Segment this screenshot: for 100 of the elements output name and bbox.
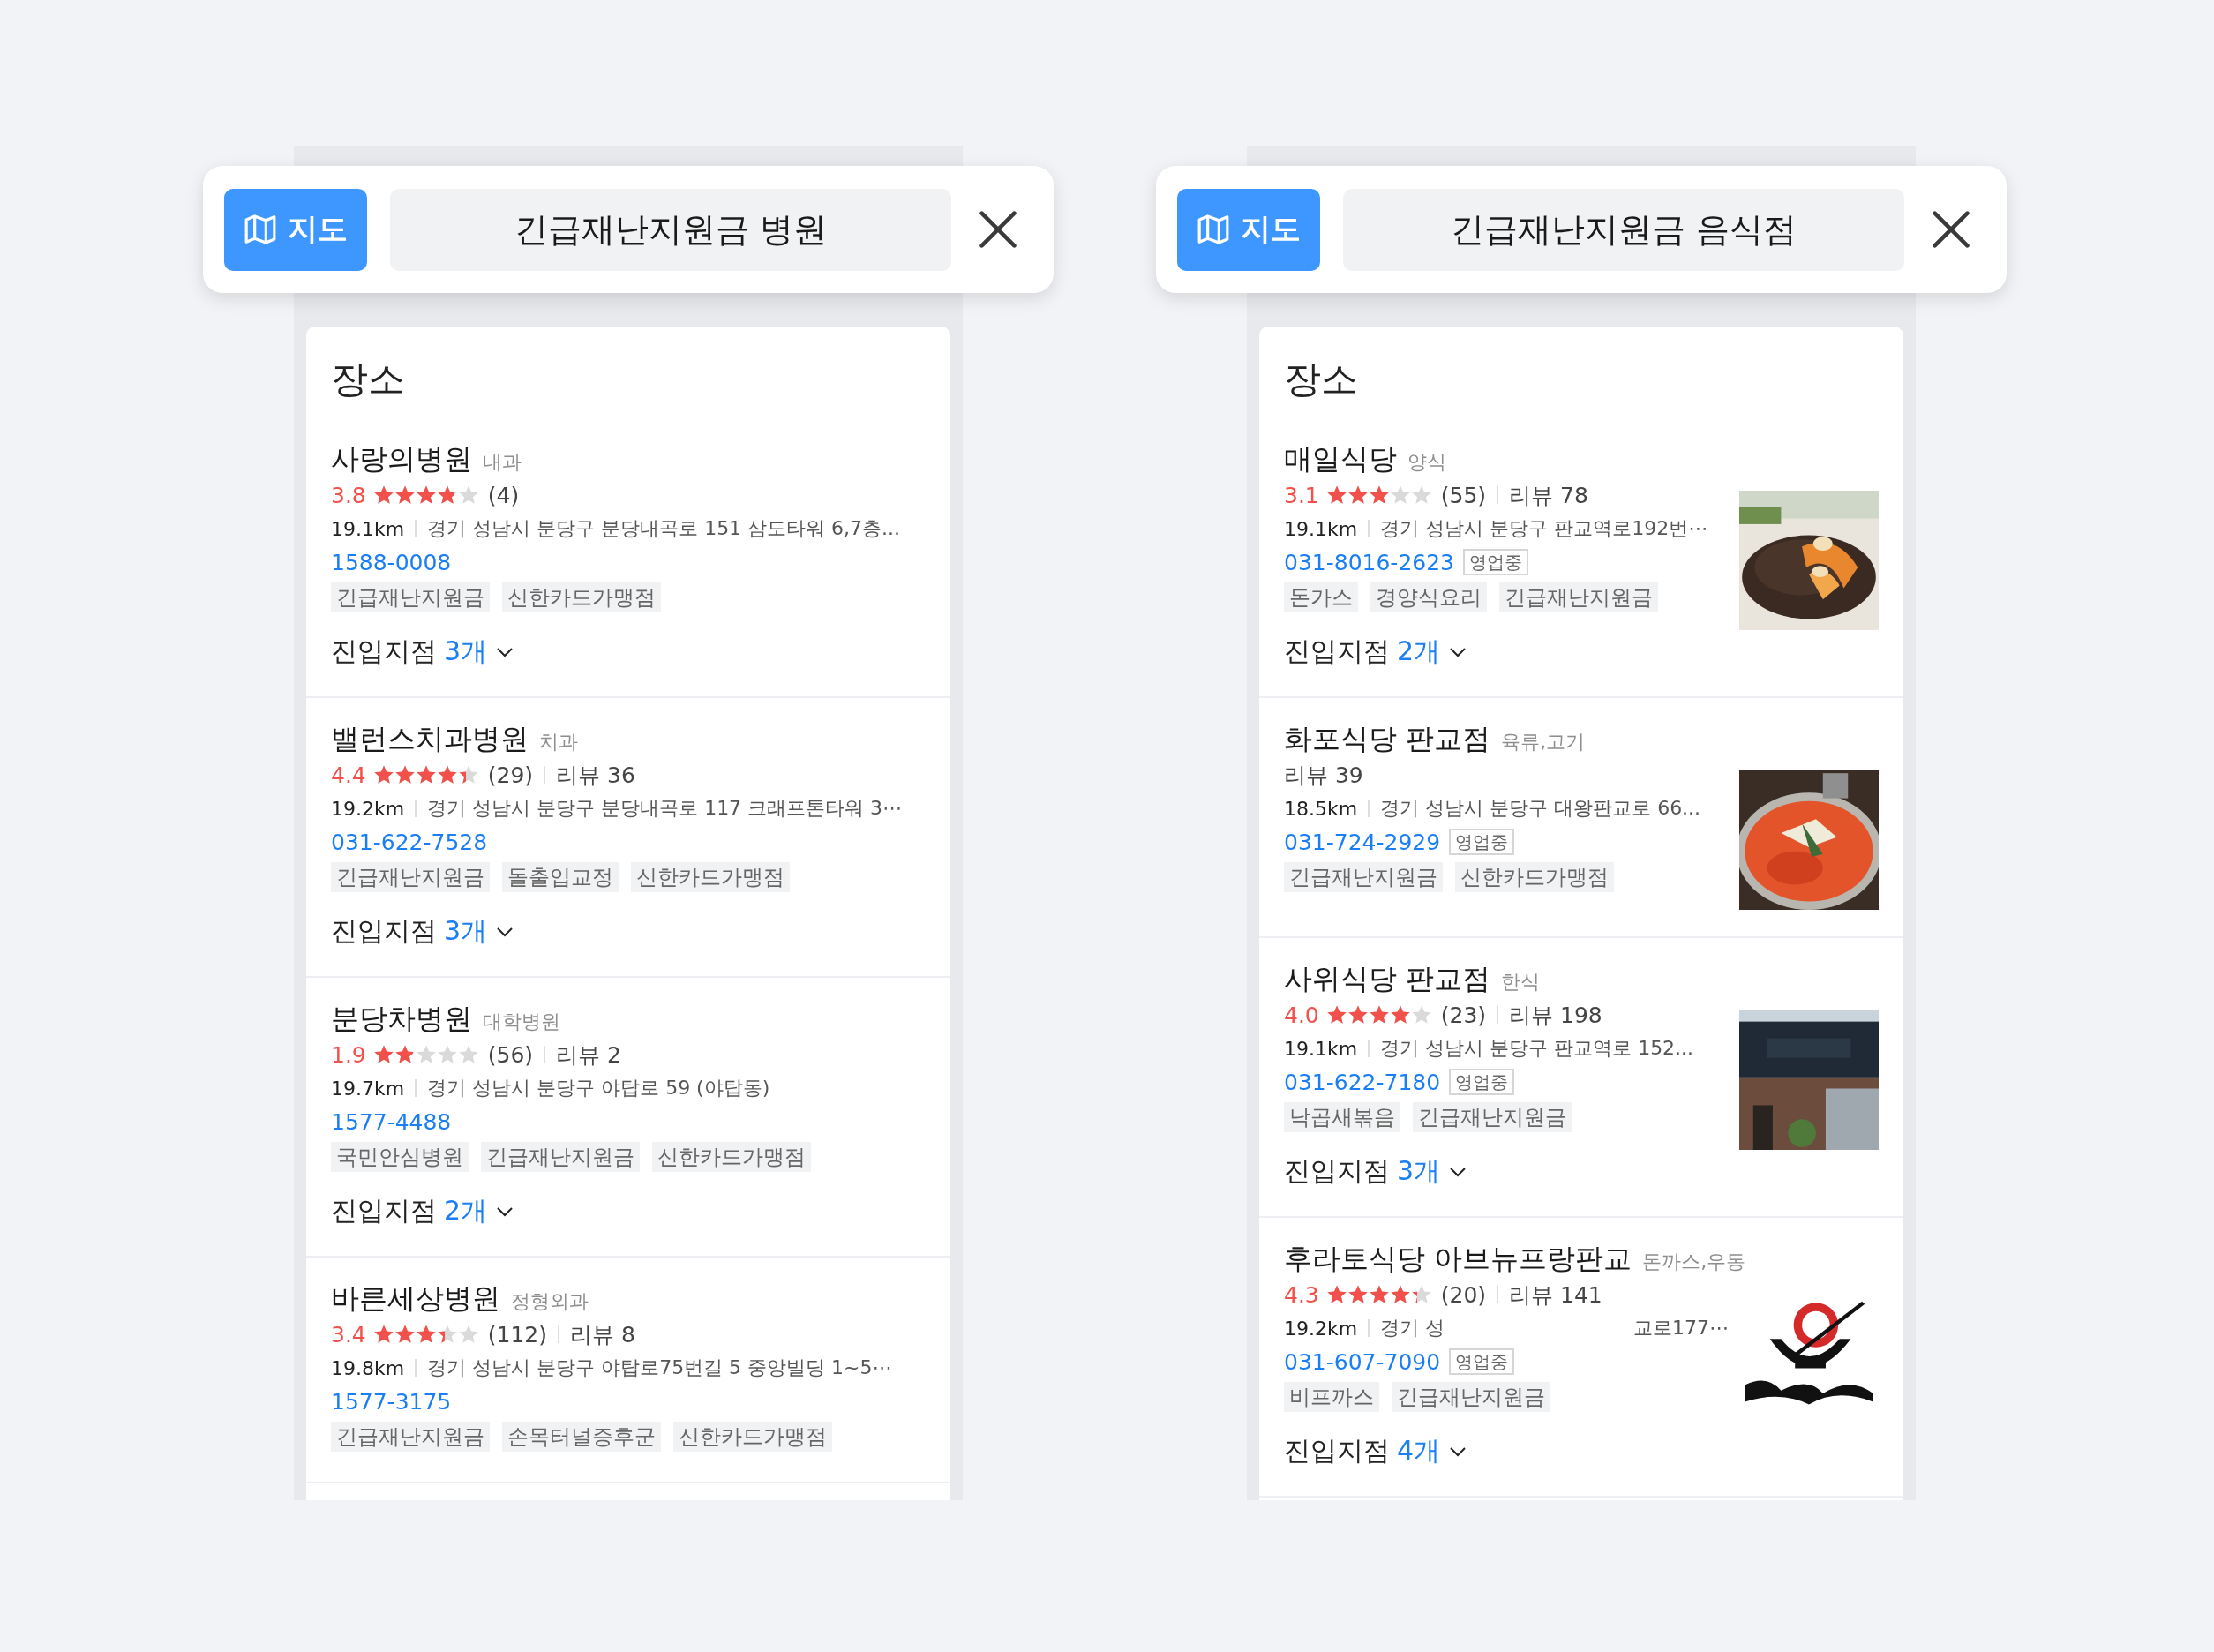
rating-count: (29) [487,762,534,788]
search-field[interactable]: 긴급재난지원금 병원 [390,188,951,271]
star-icon [1410,1284,1432,1305]
tag[interactable]: 손목터널증후군 [502,1422,661,1452]
entrance-toggle[interactable]: 진입지점 4개 [1284,1433,1467,1469]
star-icon [372,1044,394,1065]
review-count: 리뷰 39 [1284,761,1363,790]
entrance-label: 진입지점 [1284,1154,1390,1188]
entrance-toggle[interactable]: 진입지점 3개 [331,913,514,950]
open-status: 영업중 [1449,1069,1515,1095]
star-icon [1389,1004,1411,1025]
close-icon[interactable] [1931,209,1971,250]
entrance-label: 진입지점 [1284,1434,1390,1468]
rating-score: 4.0 [1284,1002,1319,1028]
tag[interactable]: 긴급재난지원금 [1284,862,1443,892]
phone-link[interactable]: 031-622-7528 [331,829,488,855]
phone-link[interactable]: 1588-0008 [331,549,452,575]
map-button[interactable]: 지도 [1177,188,1320,271]
distance: 19.1km [331,517,405,540]
entrance-toggle[interactable]: 진입지점 2개 [1284,634,1467,670]
address: 교로177⋯ [1633,1316,1729,1340]
tag[interactable]: 긴급재난지원금 [481,1142,640,1172]
tag[interactable]: 낙곱새볶음 [1284,1102,1400,1132]
phone-link[interactable]: 031-8016-2623 [1284,549,1454,575]
phone-link[interactable]: 031-622-7180 [1284,1069,1441,1095]
map-button[interactable]: 지도 [224,188,367,271]
place-item[interactable]: 화포식당 판교점 육류,고기 리뷰 39 18.5km 경기 성남시 분당구 대왕판교로 66... 031-724-2929 영업중 긴급재난지원금 신한카드가맹점 [1259,698,1903,938]
star-icon [415,1324,437,1345]
place-category: 양식 [1407,450,1446,475]
star-icon [372,1324,394,1345]
place-item[interactable]: 매일식당 양식 3.1 (55) 리뷰 78 19.1km 경기 성남시 분당구 판교역로192번⋯ 031-8016-2623 영업중 돈가스 경양식요리 긴급재난지원금 진입지점 2개 [1259,418,1903,698]
star-icon [394,1324,416,1345]
place-category: 대학병원 [483,1010,560,1034]
tag[interactable]: 비프까스 [1284,1382,1379,1412]
place-item[interactable]: 사위식당 판교점 한식 4.0 (23) 리뷰 198 19.1km 경기 성남시 분당구 판교역로 152... 031-622-7180 영업중 낙곱새볶음 긴급재난지원금 진입지점 3개 [1259,938,1903,1218]
tag[interactable]: 국민안심병원 [331,1142,469,1172]
tag[interactable]: 긴급재난지원금 [331,1422,490,1452]
review-count: 리뷰 198 [1509,1001,1602,1030]
chevron-down-icon [1449,646,1467,657]
rating-count: (4) [487,482,520,508]
distance: 19.8km [331,1356,405,1379]
address: 경기 성남시 분당구 판교역로 152... [1380,1036,1694,1061]
review-count: 리뷰 2 [556,1040,621,1070]
place-name: 매일식당 [1284,441,1397,477]
rating-score: 3.4 [331,1321,366,1348]
entrance-count: 3개 [444,635,488,668]
rating-count: (55) [1440,482,1487,508]
place-item[interactable]: 분당차병원 대학병원 1.9 (56) 리뷰 2 19.7km 경기 성남시 분당구 야탑로 59 (야탑동) 1577-4488 국민안심병원 긴급재난지원금 신한카드가맹점 진입지점 2개 [306,978,950,1258]
address: 경기 성남시 분당구 분당내곡로 151 삼도타워 6,7층... [427,516,901,541]
rating-score: 4.3 [1284,1281,1319,1308]
entrance-toggle[interactable]: 진입지점 3개 [331,634,514,670]
tag[interactable]: 긴급재난지원금 [1499,582,1658,612]
review-count: 리뷰 36 [556,761,635,790]
place-name: 사위식당 판교점 [1284,961,1491,997]
phone-link[interactable]: 031-607-7090 [1284,1348,1441,1375]
star-icon [1347,484,1369,506]
place-category: 한식 [1501,970,1541,995]
distance: 19.1km [1284,517,1358,540]
entrance-count: 4개 [1397,1434,1441,1468]
address: 경기 성 [1380,1316,1445,1340]
tag[interactable]: 신한카드가맹점 [1455,862,1614,892]
tag[interactable]: 긴급재난지원금 [331,582,490,612]
tag[interactable]: 긴급재난지원금 [1413,1102,1572,1132]
place-item[interactable]: 사랑의병원 내과 3.8 (4) 19.1km 경기 성남시 분당구 분당내곡로 151 삼도타워 6,7층... 1588-0008 긴급재난지원금 신한카드가맹점 진입지점 3개 [306,418,950,698]
phone-link[interactable]: 1577-4488 [331,1108,452,1135]
tag[interactable]: 긴급재난지원금 [1392,1382,1550,1412]
star-icon [457,764,479,785]
tag[interactable]: 신한카드가맹점 [502,582,661,612]
phone-link[interactable]: 031-724-2929 [1284,829,1441,855]
tag[interactable]: 신한카드가맹점 [631,862,790,892]
tag[interactable]: 신한카드가맹점 [673,1422,832,1452]
tag[interactable]: 신한카드가맹점 [652,1142,811,1172]
chevron-down-icon [1449,1166,1467,1177]
rating-count: (56) [487,1041,534,1068]
entrance-toggle[interactable]: 진입지점 3개 [1284,1153,1467,1190]
tag[interactable]: 돈가스 [1284,582,1358,612]
open-status: 영업중 [1449,829,1515,855]
place-item[interactable]: 후라토식당 아브뉴프랑판교 돈까스,우동 4.3 (20) 리뷰 141 19.2km 경기 성 교로177⋯ 031-607-7090 영업중 비프까스 긴급재난지원금 진입지점 4개 [1259,1218,1903,1498]
tag[interactable]: 돌출입교정 [502,862,619,892]
star-icon [394,484,416,506]
entrance-label: 진입지점 [1284,635,1390,668]
star-icon [415,484,437,506]
tag[interactable]: 경양식요리 [1370,582,1487,612]
entrance-count: 2개 [444,1194,488,1228]
close-icon[interactable] [978,209,1018,250]
address: 경기 성남시 분당구 야탑로 59 (야탑동) [427,1076,770,1100]
tag[interactable]: 긴급재난지원금 [331,862,490,892]
phone-link[interactable]: 1577-3175 [331,1388,452,1415]
search-field[interactable]: 긴급재난지원금 음식점 [1343,188,1904,271]
place-item[interactable]: 바른세상병원 정형외과 3.4 (112) 리뷰 8 19.8km 경기 성남시 분당구 야탑로75번길 5 중앙빌딩 1~5⋯ 1577-3175 긴급재난지원금 손목터널증후군 신한카드가맹점 [306,1258,950,1483]
star-icon [1410,484,1432,506]
place-item[interactable]: 밸런스치과병원 치과 4.4 (29) 리뷰 36 19.2km 경기 성남시 분당구 분당내곡로 117 크래프톤타워 3⋯ 031-622-7528 긴급재난지원금 돌출입교정 신한카드가맹점 진입지점 3개 [306,698,950,978]
map-icon [1197,213,1230,246]
rating-score: 4.4 [331,762,366,788]
place-category: 돈까스,우동 [1642,1250,1746,1274]
entrance-label: 진입지점 [331,914,437,948]
star-icon [436,484,458,506]
star-icon [457,1324,479,1345]
star-icon [415,764,437,785]
entrance-toggle[interactable]: 진입지점 2개 [331,1193,514,1229]
